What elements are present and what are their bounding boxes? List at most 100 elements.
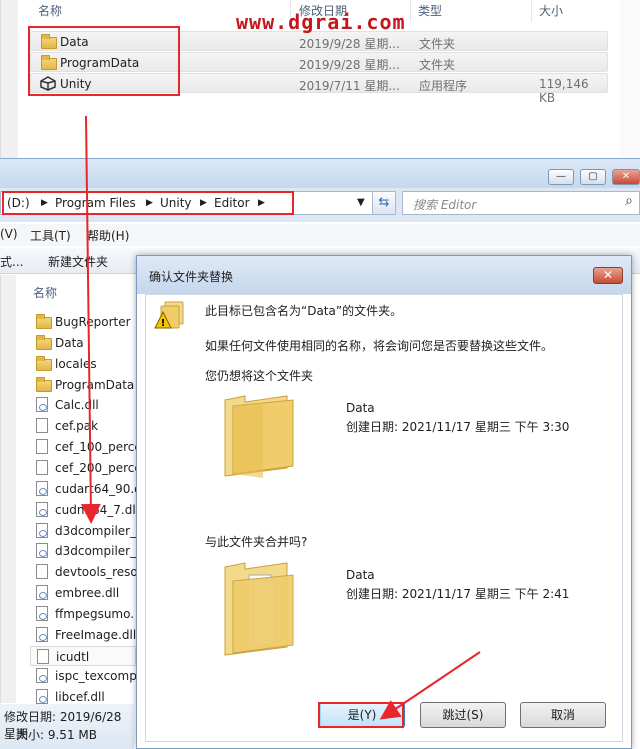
file-list-item-label: cef_200_perce xyxy=(55,461,142,475)
file-list-item[interactable]: cef_200_perce xyxy=(30,458,142,478)
nav-pane-scrollbar[interactable] xyxy=(0,275,16,703)
folder-icon xyxy=(36,314,52,329)
source-name: Data xyxy=(346,568,375,582)
file-list-item-label: Data xyxy=(55,336,84,350)
highlight-box-yes xyxy=(318,702,404,728)
maximize-button[interactable]: ▢ xyxy=(580,169,606,185)
menu-bar: (V) 工具(T) 帮助(H) xyxy=(0,224,640,246)
chevron-down-icon[interactable]: ▼ xyxy=(357,197,365,208)
file-list-item-label: d3dcompiler_ xyxy=(55,524,137,538)
search-input[interactable]: 搜索 Editor ⌕ xyxy=(402,191,640,215)
dialog-question: 您仍想将这个文件夹 xyxy=(205,369,314,383)
file-list-item[interactable]: d3dcompiler_ xyxy=(30,521,136,541)
merge-question: 与此文件夹合并吗? xyxy=(205,535,308,549)
folder-icon xyxy=(36,377,52,392)
details-pane: 修改日期: 2019/6/28 星期 大小: 9.51 MB xyxy=(0,704,134,749)
dll-file-icon xyxy=(36,543,48,558)
file-size: 119,146 KB xyxy=(539,77,589,105)
file-list-item-label: locales xyxy=(55,357,97,371)
file-list-item[interactable]: Calc.dll xyxy=(30,395,136,415)
file-list-item-label: FreeImage.dll xyxy=(55,628,137,642)
file-list-item-label: ffmpegsumo. xyxy=(55,607,135,621)
watermark: www.dgrai.com xyxy=(236,10,406,34)
menu-help[interactable]: 帮助(H) xyxy=(87,227,129,244)
file-list-item-label: libcef.dll xyxy=(55,690,105,704)
status-size: 大小: 9.51 MB xyxy=(16,728,97,742)
file-date: 2019/9/28 星期... xyxy=(299,58,400,72)
dll-file-icon xyxy=(36,668,48,683)
dialog-body xyxy=(145,294,623,742)
column-header-type[interactable]: 类型 xyxy=(418,2,442,20)
dll-file-icon xyxy=(36,502,48,517)
highlight-box-address xyxy=(2,191,294,215)
file-list-item[interactable]: locales xyxy=(30,354,136,374)
dialog-title: 确认文件夹替换 xyxy=(149,270,234,284)
file-icon xyxy=(36,460,48,475)
new-folder-button[interactable]: 新建文件夹 xyxy=(48,253,108,270)
file-list-item[interactable]: Data xyxy=(30,333,136,353)
dll-file-icon xyxy=(36,689,48,704)
file-list-item[interactable]: cudnn64_7.dll xyxy=(30,500,140,520)
file-list-item-label: embree.dll xyxy=(55,586,120,600)
file-date: 2019/7/11 星期... xyxy=(299,79,400,93)
file-type: 应用程序 xyxy=(419,79,468,93)
skip-button[interactable]: 跳过(S) xyxy=(420,702,506,728)
file-icon xyxy=(36,564,48,579)
search-icon[interactable]: ⌕ xyxy=(625,193,633,209)
file-list-item-label: BugReporter xyxy=(55,315,131,329)
source-folder-icon xyxy=(224,562,294,656)
close-icon[interactable]: ✕ xyxy=(612,169,640,185)
file-list-item[interactable]: ispc_texcomp. xyxy=(30,666,141,686)
menu-tools[interactable]: 工具(T) xyxy=(30,227,71,244)
dll-file-icon xyxy=(36,523,48,538)
file-list-item[interactable]: icudtl xyxy=(30,646,136,666)
confirm-folder-replace-dialog: 确认文件夹替换 ✕ ! 此目标已包含名为“Data”的文件夹。 如果任何文件使用… xyxy=(136,255,632,749)
svg-text:!: ! xyxy=(161,318,166,329)
window-titlebar: — ▢ ✕ xyxy=(0,158,640,188)
file-type: 文件夹 xyxy=(419,37,456,51)
file-date: 2019/9/28 星期... xyxy=(299,37,400,51)
dll-file-icon xyxy=(36,627,48,642)
menu-view[interactable]: (V) xyxy=(0,227,18,241)
destination-folder-icon xyxy=(224,395,294,478)
column-header-name[interactable]: 名称 xyxy=(33,284,57,301)
close-icon[interactable]: ✕ xyxy=(593,267,623,284)
file-list-item[interactable]: cef.pak xyxy=(30,416,136,436)
source-created: 创建日期: 2021/11/17 星期三 下午 2:41 xyxy=(346,587,570,601)
cancel-button[interactable]: 取消 xyxy=(520,702,606,728)
dll-file-icon xyxy=(36,481,48,496)
file-icon xyxy=(36,439,48,454)
destination-name: Data xyxy=(346,401,375,415)
refresh-icon[interactable]: ⇆ xyxy=(372,191,396,215)
toolbar-style[interactable]: 式... xyxy=(0,253,23,270)
dll-file-icon xyxy=(36,397,48,412)
file-list-item-label: devtools_reso xyxy=(55,565,138,579)
minimize-button[interactable]: — xyxy=(548,169,574,185)
dll-file-icon xyxy=(36,606,48,621)
column-header-name[interactable]: 名称 xyxy=(38,2,62,20)
file-list-item[interactable]: ProgramData xyxy=(30,375,136,395)
destination-created: 创建日期: 2021/11/17 星期三 下午 3:30 xyxy=(346,420,570,434)
file-list-item[interactable]: FreeImage.dll xyxy=(30,625,136,645)
file-list-item-label: Calc.dll xyxy=(55,398,99,412)
file-icon xyxy=(37,649,49,664)
warning-folder-icon: ! xyxy=(154,301,184,329)
column-header-size[interactable]: 大小 xyxy=(539,2,563,20)
file-list-item-label: ispc_texcomp. xyxy=(55,669,141,683)
file-list-item[interactable]: d3dcompiler_ xyxy=(30,541,136,561)
file-list-item[interactable]: devtools_reso xyxy=(30,562,138,582)
file-list-item[interactable]: cef_100_perce xyxy=(30,437,142,457)
file-list-item-label: ProgramData xyxy=(55,378,135,392)
file-list-item[interactable]: cudart64_90.dll xyxy=(30,479,148,499)
vertical-scrollbar[interactable] xyxy=(0,0,18,158)
highlight-box-source xyxy=(28,26,180,96)
folder-icon xyxy=(36,356,52,371)
file-list-item[interactable]: embree.dll xyxy=(30,583,136,603)
file-list-item[interactable]: BugReporter xyxy=(30,312,136,332)
file-list-item-label: d3dcompiler_ xyxy=(55,544,137,558)
file-list-item[interactable]: ffmpegsumo. xyxy=(30,604,136,624)
file-list-item-label: cudart64_90.dll xyxy=(55,482,149,496)
dialog-explanation: 如果任何文件使用相同的名称，将会询问您是否要替换这些文件。 xyxy=(205,339,554,353)
file-list-item-label: cudnn64_7.dll xyxy=(55,503,140,517)
folder-icon xyxy=(36,335,52,350)
